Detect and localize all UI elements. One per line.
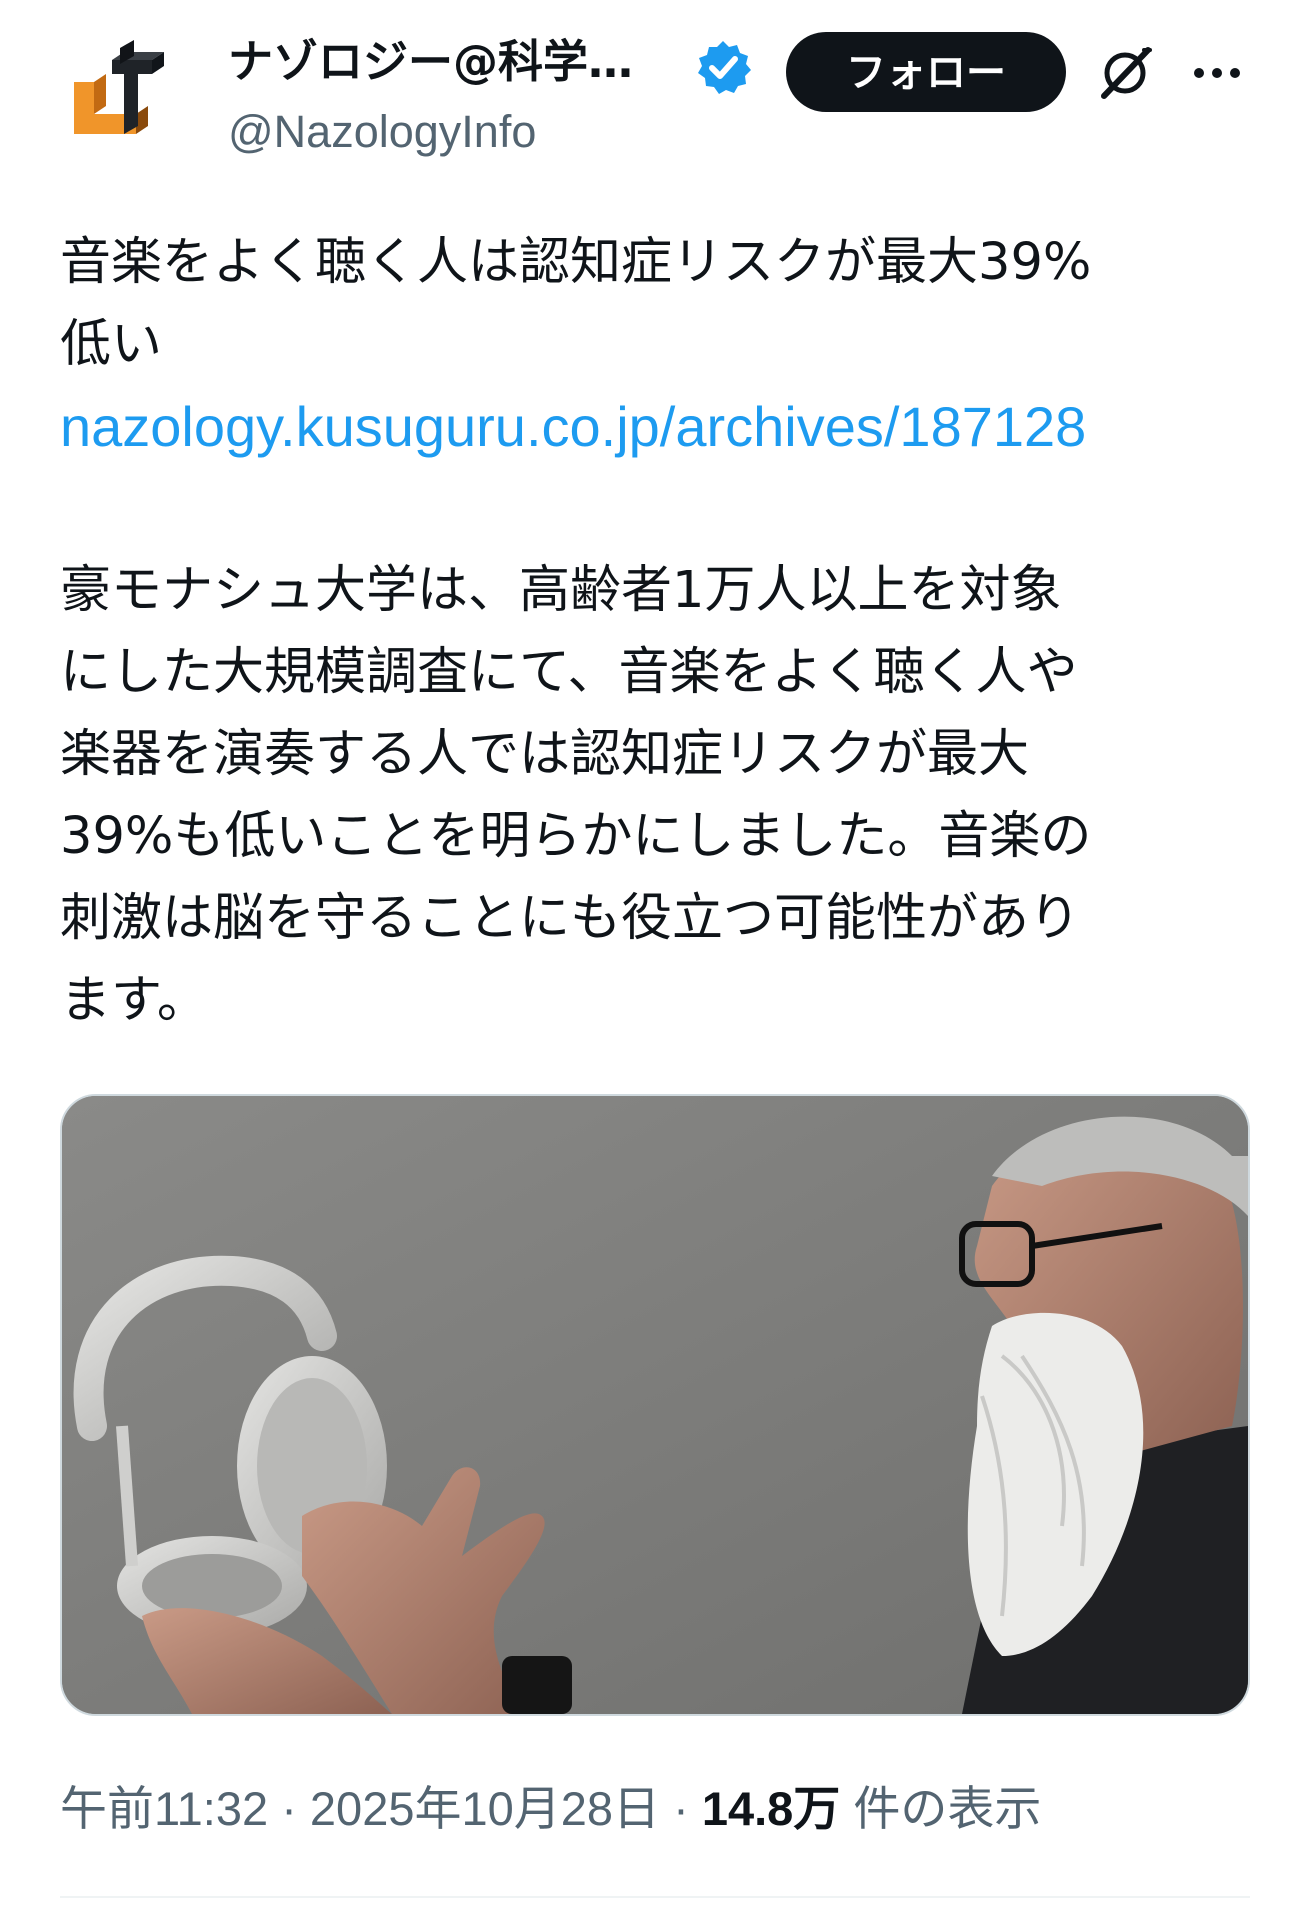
tweet-meta: 午前11:32 · 2025年10月28日 · 14.8万 件の表示: [60, 1776, 1260, 1842]
tweet-body-line: 39%も低いことを明らかにしました。音楽の: [60, 807, 1092, 866]
tweet-headline-line: 音楽をよく聴く人は認知症リスクが最大39%: [60, 233, 1092, 292]
verified-badge-icon: [694, 38, 752, 96]
nazology-logo-icon: [74, 40, 164, 134]
divider: [60, 1896, 1250, 1898]
tweet-photo[interactable]: [60, 1094, 1250, 1716]
tweet-headline-line: 低い: [60, 315, 163, 374]
tweet-body-line: ます。: [60, 971, 208, 1030]
tweet-body-line: 豪モナシュ大学は、高齢者1万人以上を対象: [60, 561, 1062, 620]
tweet-body: 音楽をよく聴く人は認知症リスクが最大39% 低い nazology.kusugu…: [60, 222, 1260, 1042]
tweet-body-line: 楽器を演奏する人では認知症リスクが最大: [60, 725, 1030, 784]
follow-button[interactable]: フォロー: [786, 32, 1066, 112]
views-count: 14.8万: [701, 1782, 841, 1835]
views-label: 件の表示: [840, 1782, 1042, 1835]
tweet-body-line: 刺激は脳を守ることにも役立つ可能性があり: [60, 889, 1081, 948]
tweet-time[interactable]: 午前11:32: [60, 1782, 268, 1835]
photo-man-holding-headphones: [62, 1096, 1248, 1714]
avatar[interactable]: [60, 30, 190, 160]
tweet-body-line: にした大規模調査にて、音楽をよく聴く人や: [60, 643, 1078, 702]
more-dots-icon[interactable]: [1186, 42, 1248, 104]
article-link[interactable]: nazology.kusuguru.co.jp/archives/187128: [60, 386, 1260, 468]
tweet-date[interactable]: 2025年10月28日: [310, 1782, 660, 1835]
tweet-header: ナゾロジー@科学… @NazologyInfo フォロー: [0, 0, 1310, 180]
meta-separator: ·: [268, 1782, 310, 1835]
display-name[interactable]: ナゾロジー@科学…: [228, 32, 633, 92]
user-handle[interactable]: @NazologyInfo: [228, 104, 536, 160]
grok-icon[interactable]: [1094, 42, 1156, 104]
meta-separator: ·: [660, 1782, 702, 1835]
